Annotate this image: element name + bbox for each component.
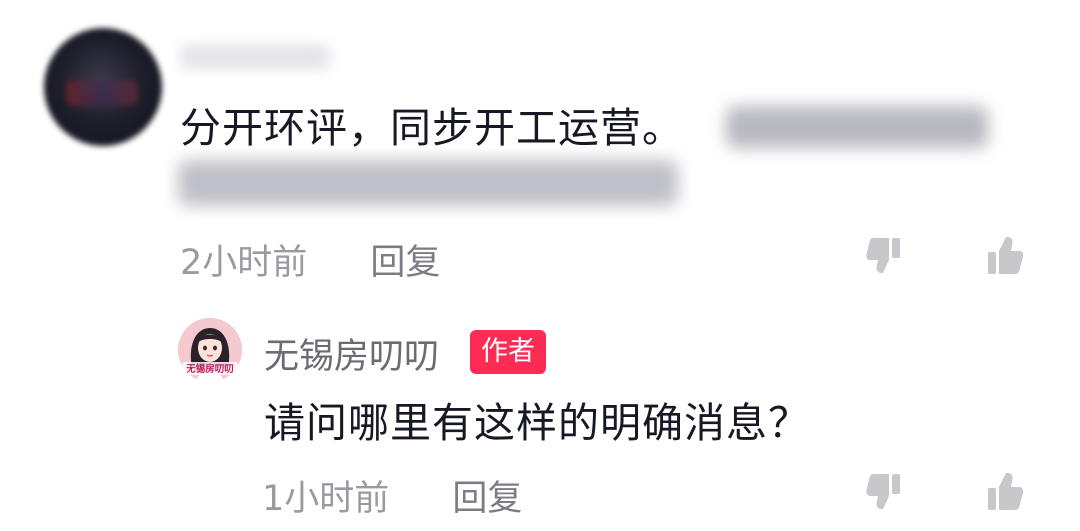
comment-reply-button[interactable]: 回复 bbox=[370, 234, 440, 285]
thumbs-up-icon[interactable] bbox=[984, 470, 1028, 514]
reply-meta: 1小时前 回复 bbox=[262, 470, 522, 521]
thumbs-up-icon[interactable] bbox=[984, 234, 1028, 278]
reply-time: 1小时前 bbox=[262, 479, 390, 519]
author-avatar[interactable]: 无锡房叨叨 bbox=[178, 318, 242, 382]
author-avatar-text: 无锡房叨叨 bbox=[185, 363, 234, 375]
comment-text-blurred bbox=[726, 106, 988, 148]
thumbs-down-icon[interactable] bbox=[862, 234, 906, 278]
comment-time: 2小时前 bbox=[180, 243, 308, 283]
comment-text-blurred-line2 bbox=[178, 160, 678, 206]
author-name[interactable]: 无锡房叨叨 bbox=[264, 328, 439, 379]
comment-meta: 2小时前 回复 bbox=[180, 234, 440, 285]
thumbs-down-icon[interactable] bbox=[862, 470, 906, 514]
comment-text: 分开环评，同步开工运营。 bbox=[180, 104, 684, 152]
reply-reply-button[interactable]: 回复 bbox=[452, 470, 522, 521]
commenter-name-blurred[interactable] bbox=[180, 44, 330, 70]
author-badge: 作者 bbox=[470, 330, 546, 374]
reply-text: 请问哪里有这样的明确消息？ bbox=[264, 399, 810, 447]
commenter-avatar[interactable] bbox=[44, 28, 162, 146]
